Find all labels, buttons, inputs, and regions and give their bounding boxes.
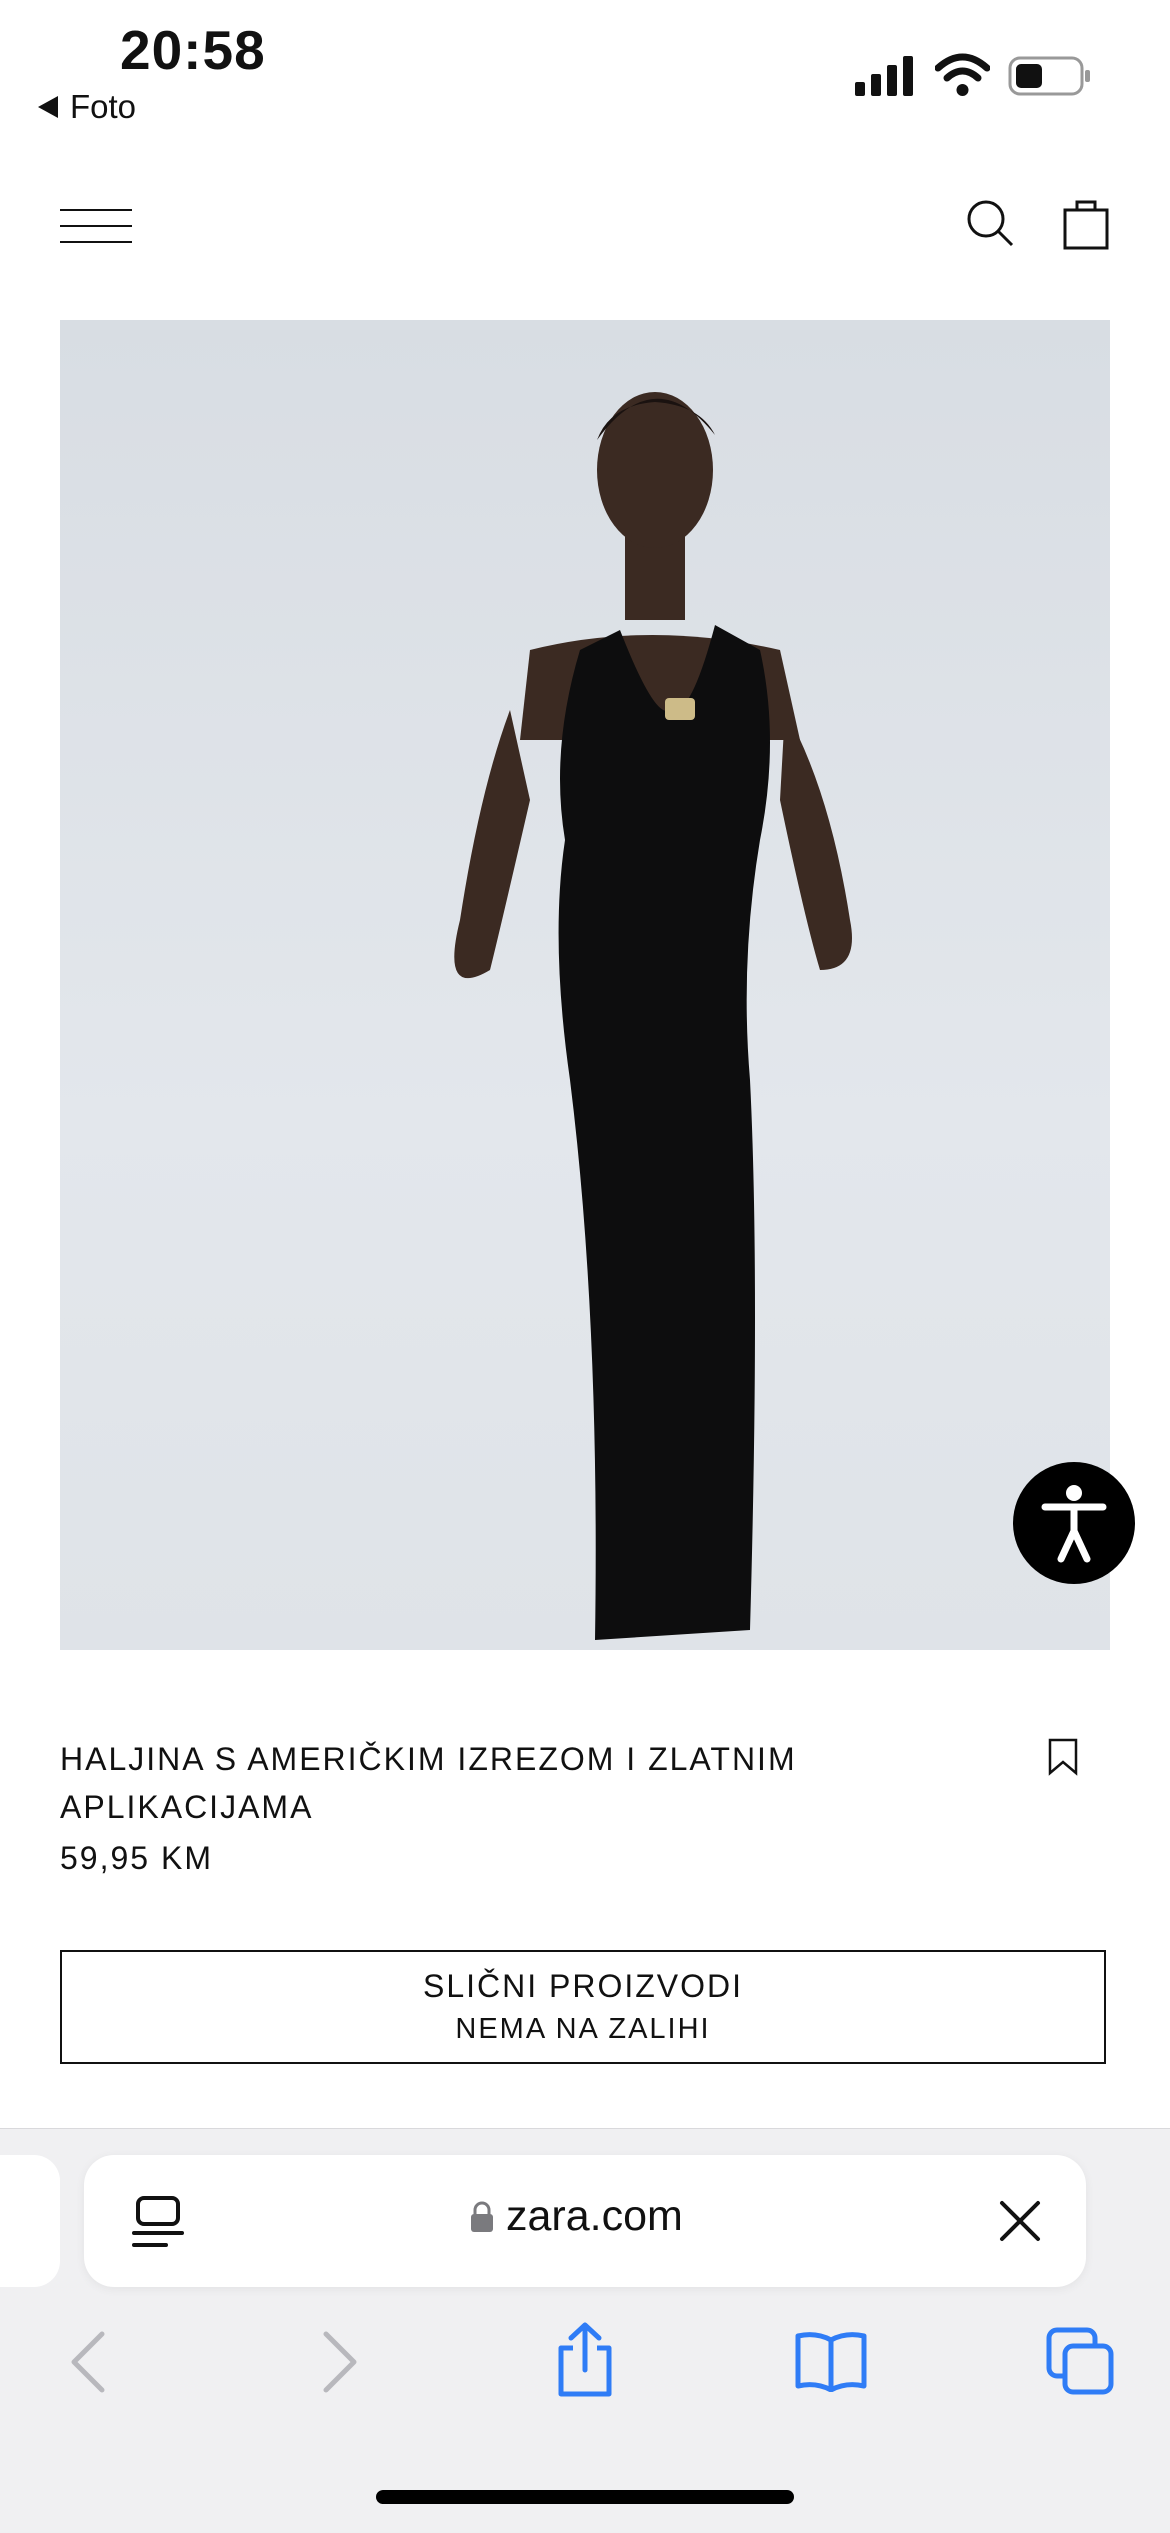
- url-display[interactable]: zara.com: [470, 2192, 683, 2241]
- back-app-label: Foto: [70, 88, 137, 125]
- out-of-stock-label: NEMA NA ZALIHI: [455, 2013, 711, 2045]
- previous-tab-peek[interactable]: [0, 2155, 60, 2287]
- search-icon[interactable]: [965, 198, 1015, 248]
- similar-products-label: SLIČNI PROIZVODI: [422, 1968, 744, 2004]
- bookmark-icon[interactable]: [1047, 1738, 1079, 1776]
- back-triangle-icon: [38, 96, 58, 118]
- battery-icon: [1008, 56, 1090, 96]
- bookmarks-icon[interactable]: [794, 2330, 868, 2392]
- product-price: 59,95 KM: [60, 1840, 213, 1876]
- accessibility-icon: [1041, 1485, 1107, 1563]
- product-title: HALJINA S AMERIČKIM IZREZOM I ZLATNIM AP…: [60, 1741, 797, 1825]
- wifi-icon: [935, 53, 990, 96]
- close-icon[interactable]: [998, 2199, 1042, 2243]
- reader-mode-icon[interactable]: [132, 2195, 184, 2249]
- signal-icon: [855, 56, 913, 96]
- shopping-bag-icon[interactable]: [1062, 196, 1110, 250]
- menu-icon[interactable]: [60, 208, 132, 244]
- product-image[interactable]: [60, 320, 1110, 1650]
- tabs-icon[interactable]: [1045, 2326, 1115, 2396]
- forward-icon[interactable]: [318, 2330, 362, 2394]
- model-in-black-halter-dress: [454, 392, 852, 1640]
- status-time: 20:58: [120, 19, 266, 81]
- back-to-app-link[interactable]: Foto: [38, 88, 136, 126]
- lock-icon: [471, 2201, 493, 2232]
- similar-products-button[interactable]: SLIČNI PROIZVODI NEMA NA ZALIHI: [60, 1950, 1106, 2064]
- home-indicator: [376, 2490, 794, 2504]
- share-icon[interactable]: [553, 2322, 617, 2398]
- back-icon[interactable]: [66, 2330, 110, 2394]
- accessibility-button[interactable]: [1013, 1462, 1135, 1584]
- url-text: zara.com: [506, 2192, 683, 2240]
